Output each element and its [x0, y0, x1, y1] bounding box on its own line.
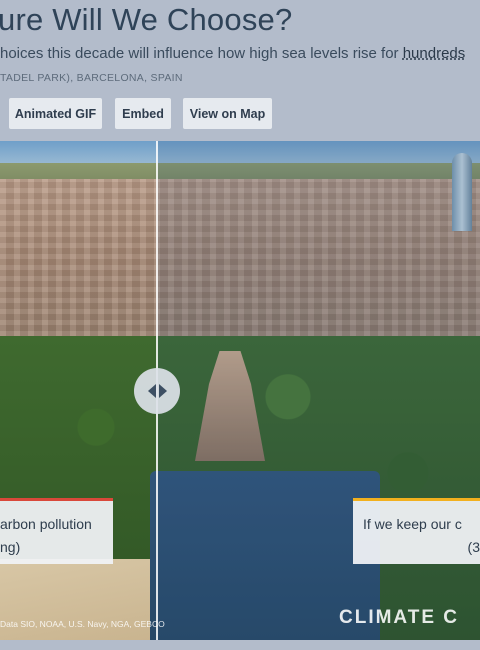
view-on-map-button[interactable]: View on Map [183, 98, 272, 129]
right-scenario-caption: If we keep our c (3 [353, 498, 480, 564]
page-title: ure Will We Choose? [0, 2, 293, 37]
embed-button[interactable]: Embed [115, 98, 171, 129]
comparison-viewer[interactable]: arbon pollution ng) If we keep our c (3 … [0, 141, 480, 640]
page-subtitle: hoices this decade will influence how hi… [0, 45, 465, 62]
left-caption-line2: ng) [0, 539, 21, 555]
right-caption-line1: If we keep our c [363, 516, 462, 532]
location-label: TADEL PARK), BARCELONA, SPAIN [0, 72, 183, 84]
arrow-left-icon [147, 384, 156, 398]
left-scenario-caption: arbon pollution ng) [0, 498, 113, 564]
subtitle-link[interactable]: hundreds [403, 45, 466, 62]
left-caption-line1: arbon pollution [0, 516, 92, 532]
right-caption-line2: (3 [467, 539, 480, 555]
map-credits: Data SIO, NOAA, U.S. Navy, NGA, GEBCO [0, 619, 165, 629]
aerial-image [0, 141, 480, 640]
subtitle-text: hoices this decade will influence how hi… [0, 45, 403, 62]
slider-handle[interactable] [134, 368, 180, 414]
animated-gif-button[interactable]: Animated GIF [9, 98, 102, 129]
flooded-side [157, 141, 480, 640]
arrow-right-icon [158, 384, 167, 398]
brand-watermark: CLIMATE C [339, 607, 460, 628]
